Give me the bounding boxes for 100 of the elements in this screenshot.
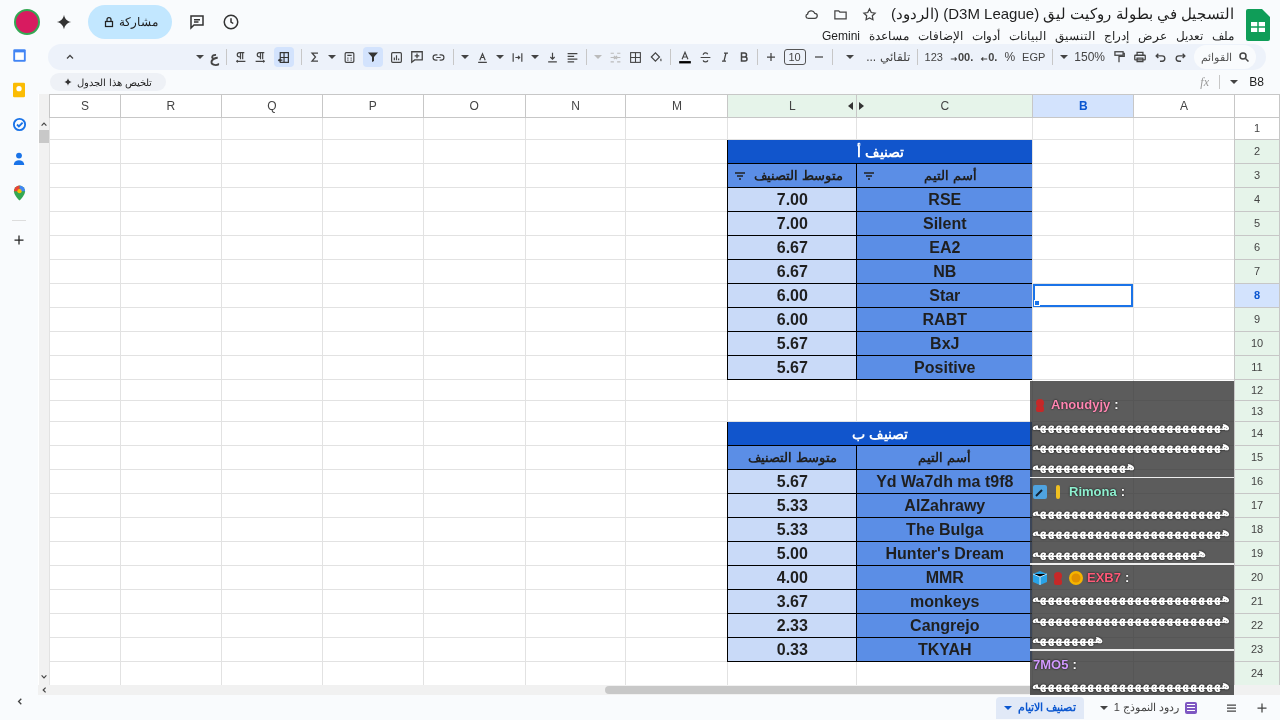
scroll-down-icon[interactable]: [40, 673, 48, 681]
row-number[interactable]: 11: [1234, 355, 1280, 380]
document-title[interactable]: التسجيل في بطولة روكيت ليق (D3M League) (الردود): [891, 3, 1234, 26]
comment-add-icon[interactable]: [409, 50, 424, 64]
add-icon[interactable]: [13, 234, 25, 246]
scroll-left-icon[interactable]: [40, 686, 48, 694]
chart-icon[interactable]: [389, 50, 403, 64]
column-header[interactable]: R: [166, 97, 176, 115]
borders-icon[interactable]: [628, 50, 642, 64]
add-sheet-icon[interactable]: [1256, 701, 1268, 714]
map-pin-icon[interactable]: [12, 185, 26, 201]
menu-item[interactable]: إدراج: [1104, 26, 1129, 45]
right-to-left-sheet-button[interactable]: [273, 47, 294, 67]
filter-icon[interactable]: [734, 170, 747, 181]
column-header[interactable]: B: [1078, 97, 1088, 115]
column-header[interactable]: S: [81, 97, 89, 115]
strikethrough-icon[interactable]: [698, 50, 712, 64]
caret-icon[interactable]: [327, 55, 336, 59]
all-sheets-icon[interactable]: [1225, 701, 1238, 714]
decrease-decimals-button[interactable]: .0: [980, 48, 998, 66]
column-header[interactable]: O: [469, 97, 479, 115]
menu-item[interactable]: Gemini: [822, 26, 860, 45]
row-number[interactable]: 19: [1234, 541, 1280, 566]
calculator-icon[interactable]: [342, 50, 356, 64]
column-header[interactable]: P: [368, 97, 377, 115]
name-box[interactable]: B8: [1238, 73, 1264, 91]
star-icon[interactable]: [862, 7, 878, 22]
row-number[interactable]: 9: [1234, 307, 1280, 332]
sheets-logo-icon[interactable]: [1246, 9, 1270, 41]
menu-item[interactable]: التنسيق: [1055, 26, 1095, 45]
filter-icon[interactable]: [863, 170, 876, 181]
text-color-icon[interactable]: [677, 50, 692, 64]
folder-icon[interactable]: [833, 7, 849, 22]
row-number[interactable]: 4: [1234, 187, 1280, 212]
row-number[interactable]: 14: [1234, 421, 1280, 446]
column-header[interactable]: C: [940, 97, 950, 115]
menu-item[interactable]: ملف: [1212, 26, 1234, 45]
row-number[interactable]: 2: [1234, 139, 1280, 164]
caret-icon[interactable]: [1230, 80, 1238, 84]
sheet-tab[interactable]: تصنيف الاتيام: [995, 696, 1084, 719]
row-number[interactable]: 24: [1234, 661, 1280, 685]
column-header[interactable]: N: [571, 97, 580, 115]
row-number[interactable]: 22: [1234, 613, 1280, 638]
row-number[interactable]: 5: [1234, 211, 1280, 236]
number-format-button[interactable]: 123: [924, 48, 943, 66]
share-button[interactable]: مشاركة: [88, 5, 172, 39]
currency-button[interactable]: EGP: [1022, 48, 1046, 66]
row-number[interactable]: 16: [1234, 469, 1280, 494]
print-icon[interactable]: [1133, 50, 1147, 64]
row-number[interactable]: 17: [1234, 493, 1280, 518]
text-rotation-icon[interactable]: [475, 50, 489, 64]
increase-decimals-button[interactable]: .00: [949, 48, 974, 66]
row-number[interactable]: 13: [1234, 400, 1280, 422]
column-header[interactable]: Q: [267, 97, 277, 115]
font-size-field[interactable]: 10: [783, 49, 806, 65]
fill-color-icon[interactable]: [648, 50, 663, 64]
row-number[interactable]: 7: [1234, 259, 1280, 284]
caret-icon[interactable]: [1099, 705, 1108, 710]
caret-icon[interactable]: [460, 55, 469, 59]
hidden-columns-arrow-icon[interactable]: [848, 102, 854, 110]
row-number[interactable]: 10: [1234, 331, 1280, 356]
percent-button[interactable]: %: [1004, 48, 1016, 66]
row-number[interactable]: 21: [1234, 589, 1280, 614]
selected-cell[interactable]: [1033, 284, 1134, 307]
menu-item[interactable]: البيانات: [1009, 26, 1046, 45]
scroll-up-icon[interactable]: [40, 120, 48, 128]
comment-icon[interactable]: [188, 13, 206, 31]
menu-item[interactable]: تعديل: [1176, 26, 1203, 45]
merge-cells-icon[interactable]: [608, 50, 622, 64]
input-tools-dropdown[interactable]: ع: [195, 45, 219, 69]
row-number[interactable]: 12: [1234, 379, 1280, 401]
sum-icon[interactable]: [308, 51, 321, 63]
vertical-align-icon[interactable]: [545, 50, 559, 64]
summarize-table-chip[interactable]: تلخيص هذا الجدول: [50, 73, 166, 91]
sparkle-icon[interactable]: [56, 14, 72, 30]
caret-icon[interactable]: [1003, 705, 1012, 710]
row-number[interactable]: 1: [1234, 117, 1280, 140]
menu-item[interactable]: عرض: [1138, 26, 1167, 45]
sheet-tab[interactable]: ردود النموذج 1: [1091, 696, 1205, 719]
column-header[interactable]: L: [789, 97, 796, 115]
row-number[interactable]: 8: [1234, 283, 1280, 308]
align-icon[interactable]: [565, 50, 579, 64]
column-header[interactable]: M: [671, 97, 682, 115]
filter-button[interactable]: [362, 47, 383, 67]
font-dropdown[interactable]: تلقائي ...: [839, 48, 910, 66]
row-number[interactable]: 6: [1234, 235, 1280, 260]
menu-item[interactable]: الإضافات: [918, 26, 963, 45]
text-wrap-icon[interactable]: [510, 50, 524, 64]
row-number[interactable]: 15: [1234, 445, 1280, 470]
column-header[interactable]: A: [1180, 97, 1189, 115]
tasks-icon[interactable]: [11, 117, 27, 132]
menu-item[interactable]: مساعدة: [869, 26, 909, 45]
vertical-scrollbar[interactable]: [39, 94, 49, 685]
history-icon[interactable]: [222, 13, 240, 31]
row-number[interactable]: 3: [1234, 163, 1280, 188]
zoom-dropdown[interactable]: 150%: [1060, 48, 1105, 66]
row-number[interactable]: 18: [1234, 517, 1280, 542]
pilcrow-arrow-icon[interactable]: [253, 50, 267, 64]
person-icon[interactable]: [12, 151, 26, 166]
scrollbar-thumb[interactable]: [39, 130, 49, 143]
